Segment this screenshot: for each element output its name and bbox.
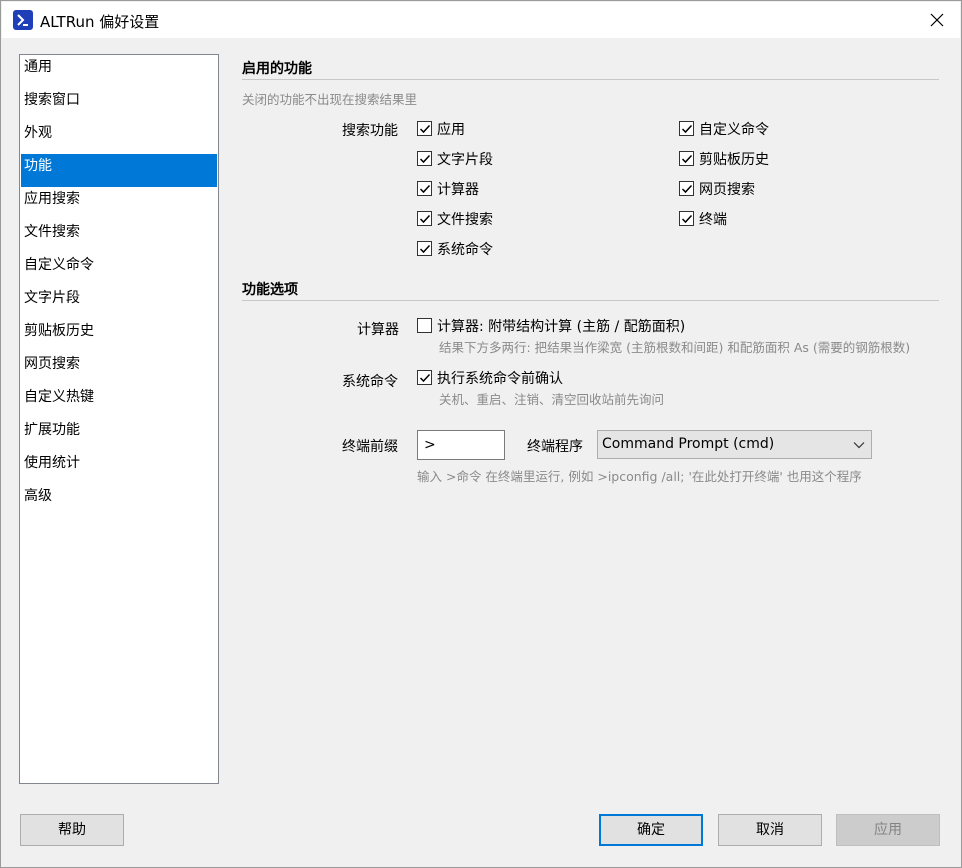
checkbox[interactable]: [417, 370, 432, 385]
checkbox[interactable]: [417, 151, 432, 166]
checkbox-label: 执行系统命令前确认: [437, 371, 563, 387]
checkbox-label: 剪贴板历史: [699, 152, 769, 168]
cancel-button[interactable]: 取消: [718, 814, 822, 846]
nav-item-custom-hotkeys[interactable]: 自定义热键: [21, 385, 217, 418]
check-icon: [419, 214, 431, 224]
enabled-features-heading: 启用的功能: [242, 61, 312, 77]
calculator-option-label: 计算器: [357, 322, 399, 338]
close-icon: [930, 13, 944, 27]
checkbox[interactable]: [679, 121, 694, 136]
checkbox-label: 终端: [699, 212, 727, 228]
checkbox-label: 网页搜索: [699, 182, 755, 198]
nav-item-general[interactable]: 通用: [21, 55, 217, 88]
checkbox[interactable]: [417, 211, 432, 226]
check-icon: [419, 184, 431, 194]
search-features-label: 搜索功能: [342, 123, 398, 139]
checkbox-label: 文字片段: [437, 152, 493, 168]
nav-item-web-search[interactable]: 网页搜索: [21, 352, 217, 385]
check-icon: [681, 124, 693, 134]
feature-options-heading: 功能选项: [242, 282, 298, 298]
checkbox-label: 自定义命令: [699, 122, 769, 138]
help-button[interactable]: 帮助: [20, 814, 124, 846]
check-icon: [419, 373, 431, 383]
section-divider: [242, 300, 939, 301]
system-command-option-hint: 关机、重启、注销、清空回收站前先询问: [439, 392, 665, 407]
nav-item-advanced[interactable]: 高级: [21, 484, 217, 517]
terminal-program-select[interactable]: Command Prompt (cmd): [597, 430, 872, 459]
system-command-option-label: 系统命令: [342, 374, 398, 390]
checkbox-label: 文件搜索: [437, 212, 493, 228]
terminal-prefix-label: 终端前缀: [342, 439, 398, 455]
nav-item-features[interactable]: 功能: [21, 154, 217, 187]
calculator-option-hint: 结果下方多两行: 把结果当作梁宽 (主筋根数和间距) 和配筋面积 As (需要的…: [439, 340, 911, 355]
nav-item-text-snippets[interactable]: 文字片段: [21, 286, 217, 319]
preferences-window: ALTRun 偏好设置 通用 搜索窗口 外观 功能 应用搜索 文件搜索 自定义命…: [0, 0, 962, 868]
checkbox[interactable]: [679, 211, 694, 226]
nav-item-app-search[interactable]: 应用搜索: [21, 187, 217, 220]
terminal-option-hint: 输入 >命令 在终端里运行, 例如 >ipconfig /all; '在此处打开…: [417, 469, 862, 484]
terminal-app-icon: [13, 10, 33, 30]
checkbox-label: 计算器: [437, 182, 479, 198]
terminal-program-value: Command Prompt (cmd): [602, 436, 775, 452]
nav-item-search-window[interactable]: 搜索窗口: [21, 88, 217, 121]
checkbox[interactable]: [417, 121, 432, 136]
checkbox[interactable]: [417, 181, 432, 196]
nav-item-clipboard-history[interactable]: 剪贴板历史: [21, 319, 217, 352]
checkbox[interactable]: [417, 318, 432, 333]
apply-button[interactable]: 应用: [836, 814, 940, 846]
check-icon: [419, 244, 431, 254]
chevron-down-icon: [853, 442, 865, 449]
category-list[interactable]: 通用 搜索窗口 外观 功能 应用搜索 文件搜索 自定义命令 文字片段 剪贴板历史…: [19, 54, 219, 784]
check-icon: [419, 154, 431, 164]
nav-item-extensions[interactable]: 扩展功能: [21, 418, 217, 451]
check-icon: [419, 124, 431, 134]
close-button[interactable]: [914, 2, 960, 38]
checkbox-label: 系统命令: [437, 242, 493, 258]
nav-item-appearance[interactable]: 外观: [21, 121, 217, 154]
check-icon: [681, 214, 693, 224]
title-bar[interactable]: ALTRun 偏好设置: [2, 2, 960, 38]
ok-button[interactable]: 确定: [599, 814, 703, 846]
checkbox-label: 计算器: 附带结构计算 (主筋 / 配筋面积): [437, 319, 686, 335]
checkbox[interactable]: [417, 241, 432, 256]
section-divider: [242, 79, 939, 80]
check-icon: [681, 154, 693, 164]
checkbox[interactable]: [679, 181, 694, 196]
nav-item-usage-stats[interactable]: 使用统计: [21, 451, 217, 484]
nav-item-custom-commands[interactable]: 自定义命令: [21, 253, 217, 286]
window-title: ALTRun 偏好设置: [40, 13, 160, 31]
nav-item-file-search[interactable]: 文件搜索: [21, 220, 217, 253]
terminal-prefix-input[interactable]: [417, 430, 505, 460]
enabled-features-hint: 关闭的功能不出现在搜索结果里: [242, 92, 418, 107]
checkbox[interactable]: [679, 151, 694, 166]
checkbox-label: 应用: [437, 122, 465, 138]
check-icon: [681, 184, 693, 194]
terminal-program-label: 终端程序: [527, 439, 583, 455]
